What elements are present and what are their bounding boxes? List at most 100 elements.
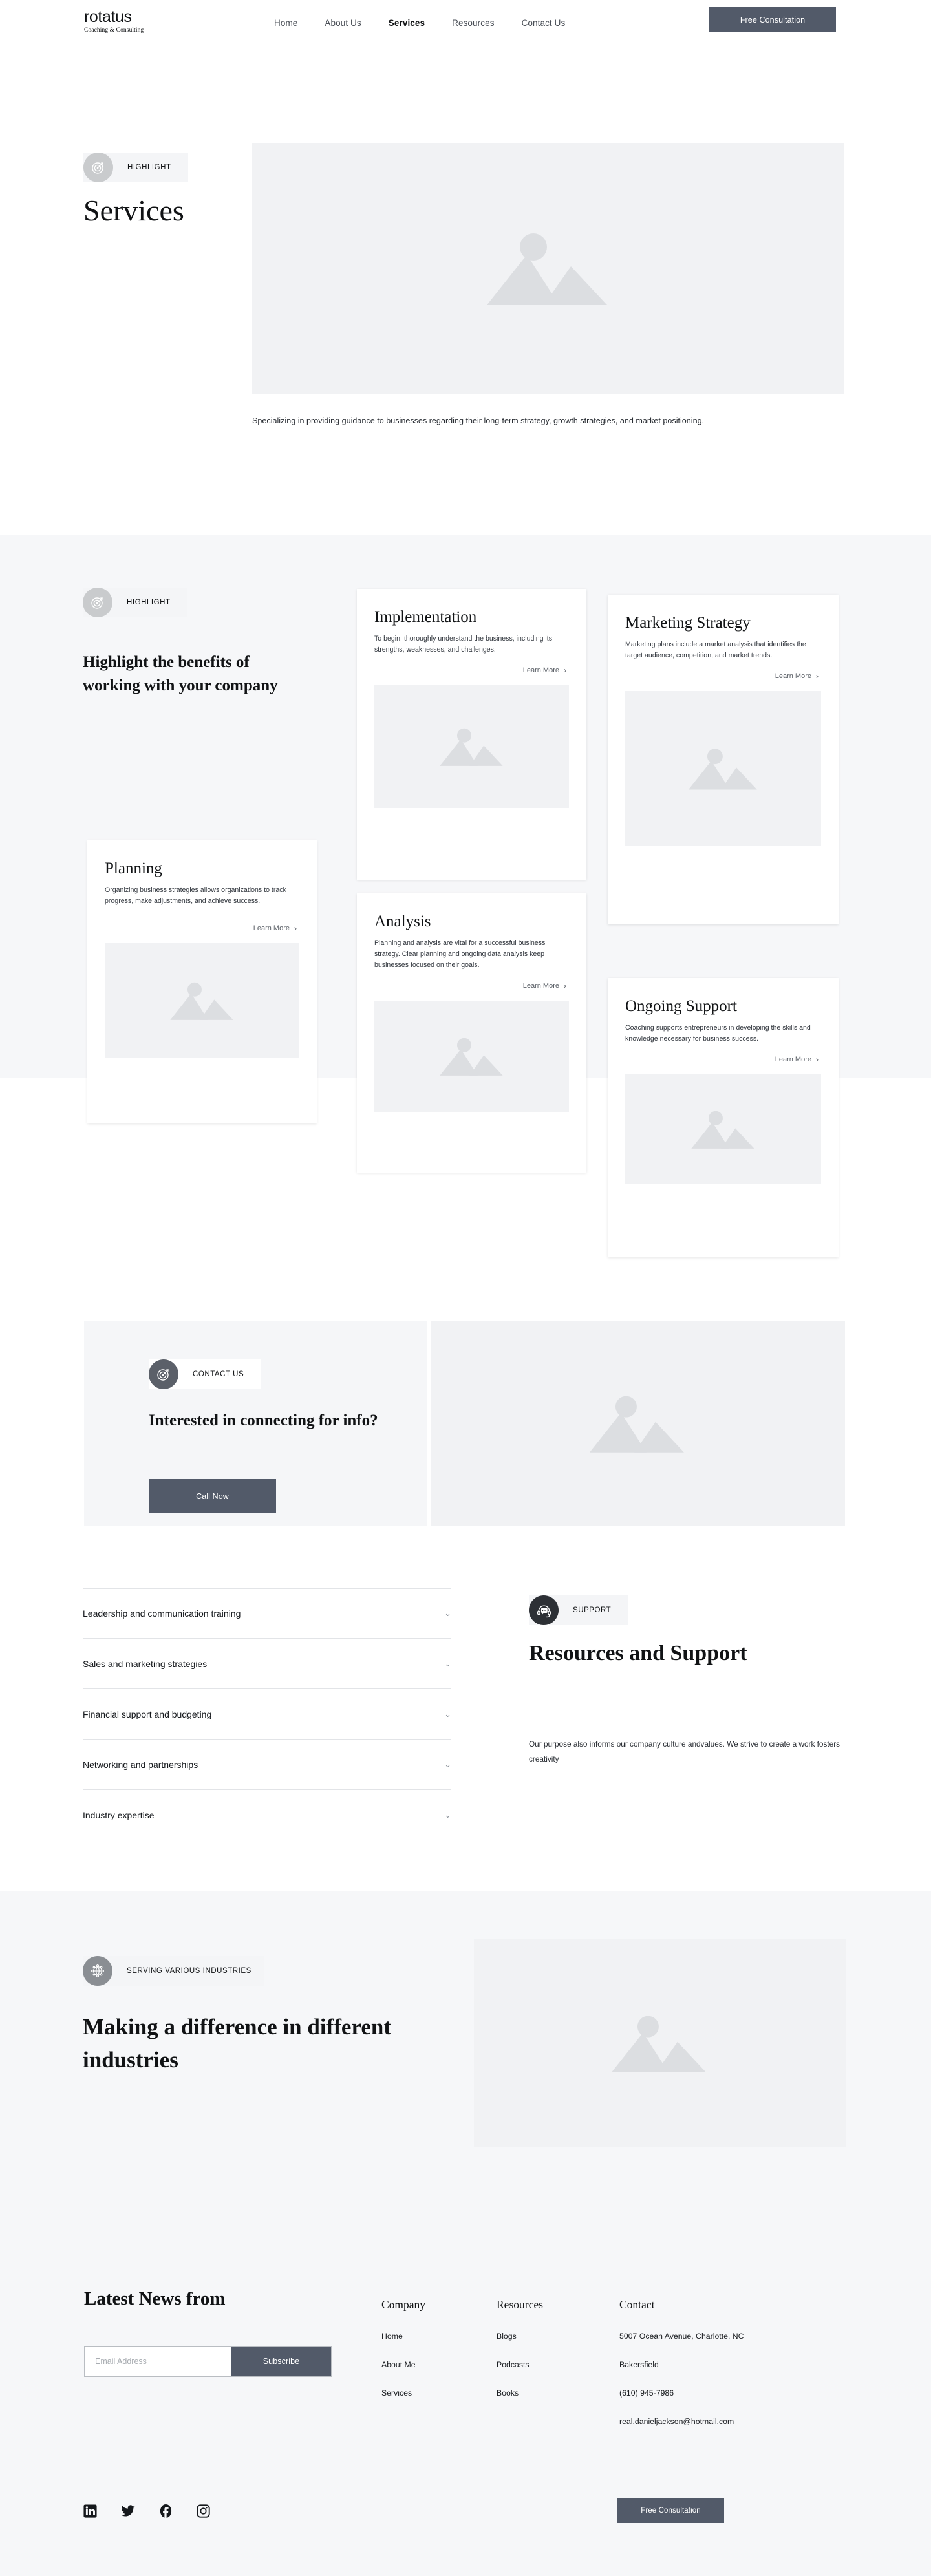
footer-column-heading: Company [381, 2298, 426, 2311]
card-image-placeholder [105, 943, 299, 1059]
card-title: Ongoing Support [625, 997, 737, 1015]
learn-more-label: Learn More [775, 1056, 811, 1064]
card-description: Marketing plans include a market analysi… [625, 641, 806, 660]
footer-column-contact: Contact 5007 Ocean Avenue, Charlotte, NC… [619, 2298, 744, 2445]
chevron-down-icon: ⌄ [444, 1809, 451, 1820]
footer-link-podcasts[interactable]: Podcasts [497, 2360, 543, 2369]
call-now-button[interactable]: Call Now [149, 1479, 276, 1513]
page-title: Services [83, 194, 184, 227]
learn-more-label: Learn More [775, 672, 811, 681]
accordion-item-industry-expertise[interactable]: Industry expertise ⌄ [83, 1790, 451, 1840]
contact-badge: CONTACT US [149, 1359, 261, 1389]
learn-more-link[interactable]: Learn More › [523, 981, 566, 990]
accordion-item-networking[interactable]: Networking and partnerships ⌄ [83, 1740, 451, 1790]
nav-item-about-us[interactable]: About Us [325, 18, 361, 28]
chevron-down-icon: ⌄ [444, 1759, 451, 1769]
service-card-marketing-strategy[interactable]: Marketing Strategy Marketing plans inclu… [608, 595, 839, 924]
chevron-right-icon: › [816, 672, 819, 681]
twitter-icon[interactable] [120, 2504, 136, 2518]
accordion-label: Networking and partnerships [83, 1759, 198, 1770]
highlight-badge-label: HIGHLIGHT [127, 599, 171, 606]
learn-more-link[interactable]: Learn More › [523, 666, 566, 675]
footer-link-books[interactable]: Books [497, 2389, 543, 2398]
card-title: Analysis [374, 913, 431, 930]
site-logo[interactable]: rotatus Coaching & Consulting [84, 9, 144, 34]
chevron-down-icon: ⌄ [444, 1608, 451, 1618]
target-icon [83, 588, 112, 617]
accordion-label: Leadership and communication training [83, 1608, 241, 1619]
card-image-placeholder [625, 1074, 821, 1185]
card-description: Coaching supports entrepreneurs in devel… [625, 1024, 811, 1043]
newsletter-title: Latest News from [84, 2288, 226, 2309]
card-title: Implementation [374, 608, 477, 626]
chevron-down-icon: ⌄ [444, 1708, 451, 1719]
site-header: rotatus Coaching & Consulting Home About… [0, 0, 931, 58]
nav-item-contact-us[interactable]: Contact Us [522, 18, 566, 28]
card-description: Organizing business strategies allows or… [105, 886, 286, 906]
site-footer [0, 2196, 931, 2576]
footer-email[interactable]: real.danieljackson@hotmail.com [619, 2417, 744, 2426]
card-description: To begin, thoroughly understand the busi… [374, 635, 553, 654]
learn-more-link[interactable]: Learn More › [253, 924, 297, 933]
footer-link-about-me[interactable]: About Me [381, 2360, 425, 2369]
footer-link-services[interactable]: Services [381, 2389, 425, 2398]
footer-column-heading: Resources [497, 2298, 543, 2311]
learn-more-link[interactable]: Learn More › [775, 672, 819, 681]
logo-wordmark: rotatus [84, 8, 132, 26]
linkedin-icon[interactable] [83, 2504, 98, 2518]
card-image-placeholder [374, 685, 569, 809]
nav-item-services[interactable]: Services [389, 18, 425, 28]
service-card-analysis[interactable]: Analysis Planning and analysis are vital… [357, 893, 586, 1173]
target-icon [83, 153, 113, 182]
learn-more-link[interactable]: Learn More › [775, 1055, 819, 1064]
globe-network-icon [83, 1956, 112, 1986]
nav-item-home[interactable]: Home [274, 18, 297, 28]
subscribe-button[interactable]: Subscribe [231, 2347, 331, 2376]
contact-badge-label: CONTACT US [193, 1370, 244, 1378]
hero-image-placeholder [252, 143, 844, 394]
service-card-planning[interactable]: Planning Organizing business strategies … [87, 840, 317, 1123]
accordion-label: Financial support and budgeting [83, 1708, 212, 1719]
industries-badge: SERVING VARIOUS INDUSTRIES [83, 1956, 264, 1986]
highlight-badge: HIGHLIGHT [83, 588, 187, 617]
accordion-item-sales-marketing[interactable]: Sales and marketing strategies ⌄ [83, 1639, 451, 1689]
instagram-icon[interactable] [196, 2504, 211, 2518]
chevron-right-icon: › [816, 1055, 819, 1065]
nav-item-resources[interactable]: Resources [452, 18, 494, 28]
service-card-implementation[interactable]: Implementation To begin, thoroughly unde… [357, 589, 586, 880]
resources-description: Our purpose also informs our company cul… [529, 1740, 840, 1763]
learn-more-label: Learn More [253, 924, 290, 933]
card-image-placeholder [625, 691, 821, 847]
industries-title: Making a difference in different industr… [83, 2014, 391, 2073]
accordion-label: Industry expertise [83, 1809, 155, 1820]
chevron-down-icon: ⌄ [444, 1658, 451, 1668]
logo-tagline: Coaching & Consulting [84, 27, 144, 34]
footer-column-heading: Contact [619, 2298, 655, 2311]
support-badge: SUPPORT [529, 1595, 628, 1625]
accordion-label: Sales and marketing strategies [83, 1658, 208, 1669]
service-card-ongoing-support[interactable]: Ongoing Support Coaching supports entrep… [608, 978, 839, 1257]
footer-column-company: Company Home About Me Services [381, 2298, 425, 2417]
free-consultation-button-header[interactable]: Free Consultation [709, 7, 836, 32]
contact-title: Interested in connecting for info? [149, 1412, 378, 1429]
industries-image-placeholder [474, 1939, 846, 2147]
chevron-right-icon: › [564, 666, 566, 676]
accordion-item-leadership[interactable]: Leadership and communication training ⌄ [83, 1588, 451, 1639]
learn-more-label: Learn More [522, 666, 559, 675]
free-consultation-button-footer[interactable]: Free Consultation [617, 2498, 724, 2523]
hero-section: HIGHLIGHT Services Specializing in provi… [0, 58, 931, 537]
newsletter-form: Subscribe [84, 2346, 332, 2377]
support-badge-label: SUPPORT [573, 1606, 612, 1614]
footer-link-home[interactable]: Home [381, 2332, 425, 2341]
footer-phone[interactable]: (610) 945-7986 [619, 2389, 744, 2398]
email-input[interactable] [85, 2347, 231, 2376]
chevron-right-icon: › [294, 924, 297, 933]
accordion-item-financial-support[interactable]: Financial support and budgeting ⌄ [83, 1689, 451, 1740]
card-title: Marketing Strategy [625, 614, 751, 632]
footer-column-resources: Resources Blogs Podcasts Books [497, 2298, 543, 2417]
facebook-icon[interactable] [158, 2504, 173, 2518]
target-icon [149, 1359, 178, 1389]
footer-link-blogs[interactable]: Blogs [497, 2332, 543, 2341]
footer-city: Bakersfield [619, 2360, 659, 2369]
card-image-placeholder [374, 1001, 569, 1112]
